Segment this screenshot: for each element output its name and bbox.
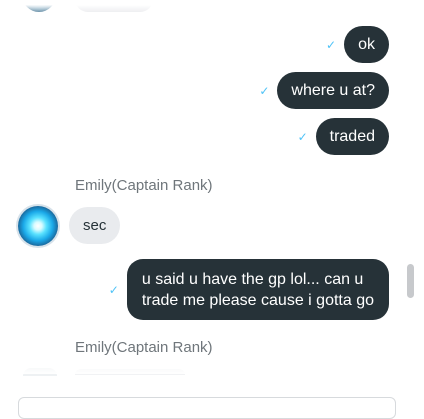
message-input[interactable] [18,397,396,419]
message-line: u said u have the gp lol... can u [141,271,364,288]
outgoing-message-bubble[interactable]: u said u have the gp lol... can u trade … [126,259,389,320]
message-row-outgoing: ✓ where u at? [259,72,389,109]
message-row-outgoing: ✓ traded [298,118,389,155]
message-row-outgoing: ✓ ok [326,26,389,63]
scrollbar-thumb[interactable] [407,264,414,298]
chat-thread[interactable]: ✓ ok ✓ where u at? ✓ traded Emily(Captai… [0,0,424,402]
outgoing-message-bubble[interactable]: where u at? [277,72,389,109]
outgoing-message-bubble[interactable]: traded [315,118,389,155]
sender-name: Emily(Captain Rank) [75,177,213,194]
check-icon: ✓ [326,37,337,52]
sender-name: Emily(Captain Rank) [75,339,213,356]
composer-shadow [0,360,424,374]
check-icon: ✓ [259,83,270,98]
header-shadow [0,0,424,12]
message-line: trade me please cause i gotta go [141,292,374,309]
check-icon: ✓ [297,129,308,144]
message-row-outgoing: ✓ u said u have the gp lol... can u trad… [109,259,389,320]
check-icon: ✓ [108,282,119,297]
outgoing-message-bubble[interactable]: ok [344,26,389,63]
avatar[interactable] [18,206,58,246]
incoming-message-bubble[interactable]: sec [69,207,121,244]
